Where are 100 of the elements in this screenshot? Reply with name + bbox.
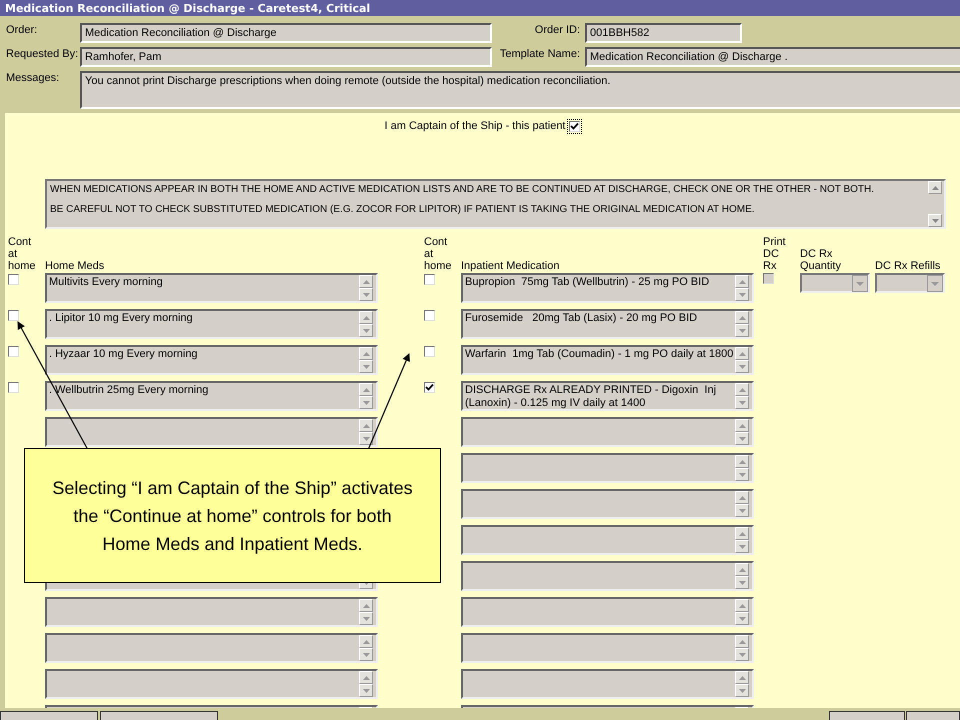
down-arrow-icon (362, 400, 370, 404)
continue-checkbox[interactable] (424, 346, 435, 357)
scroll-up-button[interactable] (735, 563, 749, 576)
scroll-up-button[interactable] (735, 671, 749, 684)
medication-text: . Hyzaar 10 mg Every morning (49, 347, 199, 362)
home-med-field[interactable]: . Hyzaar 10 mg Every morning (45, 345, 378, 375)
scroll-up-button[interactable] (359, 347, 373, 360)
home-med-field[interactable]: Multivits Every morning (45, 273, 378, 303)
inpatient-med-field[interactable] (461, 453, 754, 483)
scroll-up-button[interactable] (359, 275, 373, 288)
inpatient-med-field[interactable] (461, 597, 754, 627)
order-field[interactable]: Medication Reconciliation @ Discharge (80, 23, 492, 43)
down-arrow-icon (932, 218, 938, 222)
field-label: Template Name: (498, 48, 581, 60)
requested-by-field[interactable]: Ramhofer, Pam (80, 47, 492, 67)
scroll-up-button[interactable] (928, 181, 942, 194)
scroll-up-button[interactable] (735, 455, 749, 468)
medication-text: Bupropion 75mg Tab (Wellbutrin) - 25 mg PO BID (465, 275, 710, 290)
up-arrow-icon (738, 496, 746, 500)
up-arrow-icon (738, 604, 746, 608)
scroll-up-button[interactable] (735, 383, 749, 396)
up-arrow-icon (738, 280, 746, 284)
scroll-up-button[interactable] (359, 599, 373, 612)
template-name-field[interactable]: Medication Reconciliation @ Discharge . (585, 47, 960, 67)
continue-checkbox[interactable] (8, 310, 19, 321)
continue-checkbox[interactable] (424, 382, 435, 393)
scroll-up-button[interactable] (735, 347, 749, 360)
up-arrow-icon (738, 388, 746, 392)
up-arrow-icon (738, 460, 746, 464)
down-arrow-icon (362, 364, 370, 368)
down-arrow-icon (738, 292, 746, 296)
continue-checkbox[interactable] (8, 274, 19, 285)
scroll-down-button[interactable] (359, 432, 373, 445)
down-arrow-icon (362, 616, 370, 620)
up-arrow-icon (362, 388, 370, 392)
inpatient-med-field[interactable] (461, 417, 754, 447)
down-arrow-icon (738, 508, 746, 512)
scroll-up-button[interactable] (359, 671, 373, 684)
footer-button[interactable] (100, 711, 218, 720)
footer-button[interactable] (829, 711, 905, 720)
inpatient-med-field[interactable] (461, 489, 754, 519)
field-label: Requested By: (5, 48, 80, 60)
up-arrow-icon (738, 640, 746, 644)
inpatient-med-field[interactable] (461, 633, 754, 663)
inpatient-med-field[interactable]: Bupropion 75mg Tab (Wellbutrin) - 25 mg PO BID (461, 273, 754, 303)
instruction-text: WHEN MEDICATIONS APPEAR IN BOTH THE HOME AND ACTIVE MEDICATION LISTS AND ARE TO BE CONTINUED AT DISCHARGE, CHECK ONE OR THE OTHER - NOT BOTH. (50, 184, 876, 195)
inpatient-med-field[interactable] (461, 561, 754, 591)
scroll-up-button[interactable] (735, 491, 749, 504)
down-arrow-icon (738, 544, 746, 548)
medication-text: . Wellbutrin 25mg Every morning (49, 383, 210, 398)
column-header: Print DC Rx (763, 236, 787, 272)
instruction-text: BE CAREFUL NOT TO CHECK SUBSTITUTED MEDICATION (E.G. ZOCOR FOR LIPITOR) IF PATIENT IS TAKING THE ORIGINAL MEDICATION AT HOME. (50, 204, 756, 215)
scroll-up-button[interactable] (735, 527, 749, 540)
home-med-field[interactable] (45, 633, 378, 663)
scroll-up-button[interactable] (735, 419, 749, 432)
down-arrow-icon (738, 688, 746, 692)
scroll-up-button[interactable] (359, 383, 373, 396)
scroll-up-button[interactable] (735, 275, 749, 288)
inpatient-med-field[interactable]: Warfarin 1mg Tab (Coumadin) - 1 mg PO daily at 1800 (461, 345, 754, 375)
scroll-up-button[interactable] (735, 311, 749, 324)
scroll-up-button[interactable] (359, 635, 373, 648)
callout-text: Selecting “I am Captain of the Ship” activates the “Continue at home” controls for both Home Meds and Inpatient Meds. (51, 476, 414, 556)
inpatient-med-field[interactable] (461, 669, 754, 699)
footer-button[interactable] (0, 711, 98, 720)
home-med-field[interactable] (45, 417, 378, 447)
column-header: Cont at home (8, 235, 37, 272)
captain-label: I am Captain of the Ship - this patient (384, 120, 566, 132)
home-med-field[interactable]: . Wellbutrin 25mg Every morning (45, 381, 378, 411)
home-med-field[interactable] (45, 597, 378, 627)
inpatient-med-field[interactable]: Furosemide 20mg Tab (Lasix) - 20 mg PO BID (461, 309, 754, 339)
continue-checkbox[interactable] (8, 346, 19, 357)
continue-checkbox[interactable] (424, 274, 435, 285)
scroll-up-button[interactable] (359, 311, 373, 324)
scroll-up-button[interactable] (735, 635, 749, 648)
down-arrow-icon (738, 364, 746, 368)
up-arrow-icon (362, 316, 370, 320)
up-arrow-icon (738, 676, 746, 680)
up-arrow-icon (738, 532, 746, 536)
inpatient-med-field[interactable]: DISCHARGE Rx ALREADY PRINTED - Digoxin Inj (Lanoxin) - 0.125 mg IV daily at 1400 (461, 381, 754, 411)
up-arrow-icon (362, 352, 370, 356)
down-arrow-icon (738, 652, 746, 656)
column-header: DC Rx Refills (875, 260, 942, 272)
order-id-field[interactable]: 001BBH582 (585, 23, 742, 43)
column-header: Inpatient Medication (461, 260, 560, 272)
up-arrow-icon (362, 424, 370, 428)
home-med-field[interactable] (45, 669, 378, 699)
down-arrow-icon (738, 580, 746, 584)
field-label: Order ID: (534, 24, 581, 36)
continue-checkbox[interactable] (424, 310, 435, 321)
medication-text: . Lipitor 10 mg Every morning (49, 311, 194, 326)
captain-checkbox[interactable] (568, 120, 580, 132)
up-arrow-icon (362, 676, 370, 680)
inpatient-med-field[interactable] (461, 525, 754, 555)
home-med-field[interactable]: . Lipitor 10 mg Every morning (45, 309, 378, 339)
up-arrow-icon (738, 316, 746, 320)
scroll-up-button[interactable] (735, 599, 749, 612)
continue-checkbox[interactable] (8, 382, 19, 393)
footer-button[interactable] (906, 711, 960, 720)
down-arrow-icon (362, 688, 370, 692)
messages-field[interactable]: You cannot print Discharge prescriptions when doing remote (outside the hospital) medication reconciliation. (80, 71, 960, 109)
